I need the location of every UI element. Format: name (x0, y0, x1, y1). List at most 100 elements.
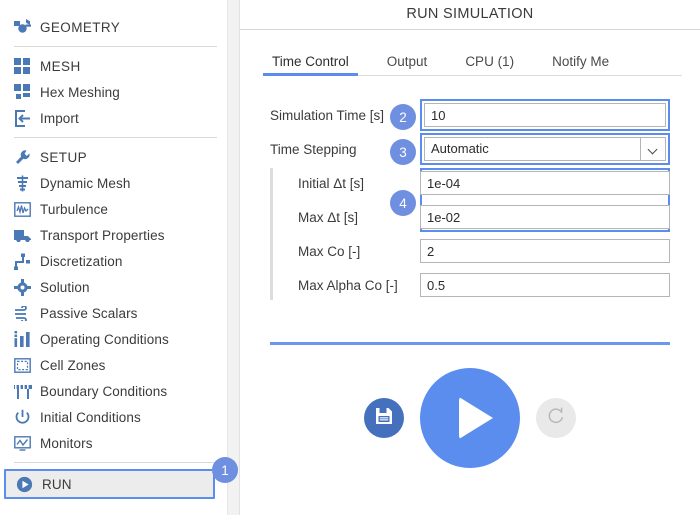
tab-bar: Time Control Output CPU (1) Notify Me (240, 44, 700, 76)
max-co-field[interactable] (420, 239, 670, 263)
panel-divider-scrollbar[interactable] (227, 0, 240, 515)
page-title: RUN SIMULATION (406, 6, 534, 22)
sidebar-item-label: GEOMETRY (40, 19, 121, 35)
tab-cpu[interactable]: CPU (1) (465, 54, 514, 76)
sidebar-item-hex-meshing[interactable]: Hex Meshing (0, 79, 227, 105)
time-stepping-control: Automatic (420, 133, 670, 165)
discretization-icon (14, 251, 40, 271)
chevron-down-icon[interactable] (640, 138, 665, 160)
save-icon (375, 407, 393, 430)
sidebar-item-passive-scalars[interactable]: Passive Scalars (0, 300, 227, 326)
max-co-row: Max Co [-] (270, 234, 670, 268)
run-simulation-panel: RUN SIMULATION Time Control Output CPU (… (240, 0, 700, 515)
sidebar-item-run[interactable]: RUN (4, 469, 215, 499)
tab-notify-me[interactable]: Notify Me (552, 54, 609, 76)
bar-chart-icon (14, 329, 40, 349)
sidebar-item-transport-properties[interactable]: Transport Properties (0, 222, 227, 248)
max-dt-control (420, 205, 670, 229)
annotation-badge-1: 1 (212, 457, 238, 483)
sidebar-item-geometry[interactable]: GEOMETRY (0, 14, 227, 40)
sidebar-item-setup[interactable]: SETUP (0, 144, 227, 170)
sidebar-item-label: Boundary Conditions (40, 383, 168, 399)
sidebar-item-label: Passive Scalars (40, 305, 138, 321)
gear-icon (14, 277, 40, 297)
sidebar-item-label: MESH (40, 58, 81, 74)
max-co-control (420, 239, 670, 263)
play-button[interactable] (420, 368, 520, 468)
sidebar-item-label: Import (40, 110, 79, 126)
sidebar-top-spacer (0, 0, 227, 14)
action-button-bar (240, 368, 700, 468)
reset-button[interactable] (536, 398, 576, 438)
initial-dt-label: Initial Δt [s] (298, 175, 365, 191)
max-dt-row: Max Δt [s] (270, 200, 670, 234)
sidebar-item-turbulence[interactable]: Turbulence (0, 196, 227, 222)
power-icon (14, 407, 40, 427)
navigation-sidebar: GEOMETRY MESH Hex Meshing Import SETUP D… (0, 0, 227, 515)
sidebar-item-label: Transport Properties (40, 227, 165, 243)
save-button[interactable] (364, 398, 404, 438)
reset-icon (546, 406, 566, 431)
sidebar-item-dynamic-mesh[interactable]: Dynamic Mesh (0, 170, 227, 196)
simulation-time-focus-ring (420, 99, 670, 131)
sidebar-divider (14, 462, 217, 463)
delta-t-group: Initial Δt [s] Max Δt [s] Max Co [-] (270, 166, 670, 302)
time-stepping-value: Automatic (431, 141, 489, 156)
initial-dt-row: Initial Δt [s] (270, 166, 670, 200)
initial-dt-control (420, 171, 670, 195)
max-alpha-co-field[interactable] (420, 273, 670, 297)
time-stepping-focus-ring: Automatic (420, 133, 670, 165)
sidebar-item-boundary-conditions[interactable]: Boundary Conditions (0, 378, 227, 404)
import-icon (14, 108, 40, 128)
sidebar-divider (14, 46, 217, 47)
play-circle-icon (16, 474, 42, 494)
sidebar-item-label: Hex Meshing (40, 84, 120, 100)
tab-output[interactable]: Output (387, 54, 428, 76)
sidebar-item-cell-zones[interactable]: Cell Zones (0, 352, 227, 378)
truck-icon (14, 225, 40, 245)
sidebar-item-operating-conditions[interactable]: Operating Conditions (0, 326, 227, 352)
sidebar-item-label: Dynamic Mesh (40, 175, 131, 191)
sidebar-item-monitors[interactable]: Monitors (0, 430, 227, 456)
sidebar-item-discretization[interactable]: Discretization (0, 248, 227, 274)
max-alpha-co-control (420, 273, 670, 297)
barrier-icon (14, 381, 40, 401)
monitor-chart-icon (14, 433, 40, 453)
run-simulation-window: GEOMETRY MESH Hex Meshing Import SETUP D… (0, 0, 700, 515)
sidebar-item-label: SETUP (40, 149, 88, 165)
initial-dt-field[interactable] (420, 171, 670, 195)
max-alpha-co-label: Max Alpha Co [-] (298, 277, 398, 293)
tab-time-control[interactable]: Time Control (263, 54, 358, 76)
cell-zones-icon (14, 355, 40, 375)
sidebar-item-label: Discretization (40, 253, 123, 269)
simulation-time-field[interactable] (424, 103, 666, 127)
sidebar-item-label: Monitors (40, 435, 93, 451)
max-dt-field[interactable] (420, 205, 670, 229)
dynamic-mesh-icon (14, 173, 40, 193)
max-alpha-co-row: Max Alpha Co [-] (270, 268, 670, 302)
annotation-badge-2: 2 (390, 104, 416, 130)
wind-icon (14, 303, 40, 323)
sidebar-item-initial-conditions[interactable]: Initial Conditions (0, 404, 227, 430)
play-icon (459, 397, 493, 439)
sidebar-item-solution[interactable]: Solution (0, 274, 227, 300)
sidebar-item-import[interactable]: Import (0, 105, 227, 131)
annotation-badge-4: 4 (390, 190, 416, 216)
mesh-grid-icon (14, 56, 40, 76)
section-divider (270, 342, 670, 345)
sidebar-item-label: Solution (40, 279, 90, 295)
sidebar-item-label: Operating Conditions (40, 331, 169, 347)
wrench-icon (14, 147, 40, 167)
annotation-badge-3: 3 (390, 139, 416, 165)
sidebar-item-label: Initial Conditions (40, 409, 141, 425)
sidebar-item-mesh[interactable]: MESH (0, 53, 227, 79)
time-control-form: Simulation Time [s] Time Stepping Automa… (240, 98, 700, 302)
time-stepping-select[interactable]: Automatic (424, 137, 666, 161)
simulation-time-row: Simulation Time [s] (270, 98, 670, 132)
sidebar-item-label: Cell Zones (40, 357, 106, 373)
geometry-icon (14, 17, 40, 37)
time-stepping-row: Time Stepping Automatic (270, 132, 670, 166)
turbulence-icon (14, 199, 40, 219)
hex-mesh-icon (14, 82, 40, 102)
sidebar-item-label: Turbulence (40, 201, 109, 217)
